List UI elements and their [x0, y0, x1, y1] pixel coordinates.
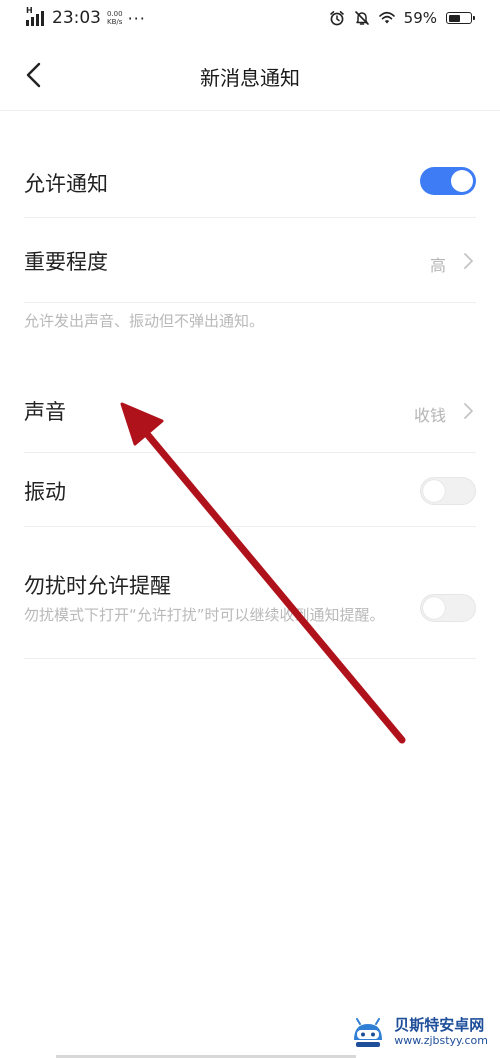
watermark: 贝斯特安卓网 www.zjbstyy.com [348, 1012, 488, 1052]
row-divider [24, 302, 476, 303]
dnd-allow-toggle[interactable] [420, 594, 476, 622]
status-bar-right: 59% [329, 9, 475, 27]
row-divider [24, 452, 476, 453]
watermark-url: www.zjbstyy.com [394, 1034, 488, 1047]
toggle-knob [451, 170, 473, 192]
annotation-arrow [120, 402, 406, 744]
vibrate-row[interactable]: 振动 [24, 470, 476, 514]
signal-icon: H [26, 7, 44, 26]
row-divider [24, 217, 476, 218]
dnd-allow-description: 勿扰模式下打开“允许打扰”时可以继续收到通知提醒。 [24, 606, 385, 624]
importance-row[interactable]: 重要程度 高 [24, 240, 476, 284]
status-bar: H 23:03 0.00 KB/s ··· 59% [0, 0, 500, 40]
chevron-right-icon [464, 253, 473, 269]
dnd-allow-row[interactable]: 勿扰时允许提醒 勿扰模式下打开“允许打扰”时可以继续收到通知提醒。 [24, 566, 476, 656]
mute-bell-icon [354, 11, 369, 25]
chevron-right-icon [464, 403, 473, 419]
importance-label: 重要程度 [24, 250, 108, 274]
header-divider [0, 110, 500, 111]
battery-fill [448, 14, 460, 22]
robot-logo-icon [354, 1018, 383, 1047]
network-speed: 0.00 KB/s [107, 10, 123, 26]
network-speed-unit: KB/s [107, 18, 123, 26]
app-header: 新消息通知 [0, 40, 500, 110]
importance-hint-text: 允许发出声音、振动但不弹出通知。 [24, 312, 265, 330]
vibrate-label: 振动 [24, 480, 66, 504]
importance-value: 高 [429, 256, 446, 275]
wifi-icon [378, 11, 395, 24]
page-title: 新消息通知 [200, 66, 300, 90]
allow-notification-label: 允许通知 [24, 172, 108, 196]
more-notifications-icon: ··· [127, 8, 146, 28]
status-bar-left: H 23:03 0.00 KB/s ··· [26, 7, 146, 28]
row-divider [24, 526, 476, 527]
allow-notification-row[interactable]: 允许通知 [24, 160, 476, 204]
watermark-title: 贝斯特安卓网 [394, 1016, 485, 1034]
battery-percent: 59% [403, 9, 437, 27]
allow-notification-toggle[interactable] [420, 167, 476, 195]
toggle-knob [423, 597, 445, 619]
battery-icon [446, 12, 475, 24]
sound-row[interactable]: 声音 收钱 [24, 390, 476, 434]
toggle-knob [423, 480, 445, 502]
clock-time: 23:03 [52, 8, 101, 28]
sound-label: 声音 [24, 400, 66, 424]
dnd-allow-label: 勿扰时允许提醒 [24, 574, 171, 598]
vibrate-toggle[interactable] [420, 477, 476, 505]
sound-value: 收钱 [413, 406, 446, 425]
row-divider [24, 658, 476, 659]
network-speed-value: 0.00 [107, 10, 123, 18]
alarm-icon [329, 11, 344, 26]
